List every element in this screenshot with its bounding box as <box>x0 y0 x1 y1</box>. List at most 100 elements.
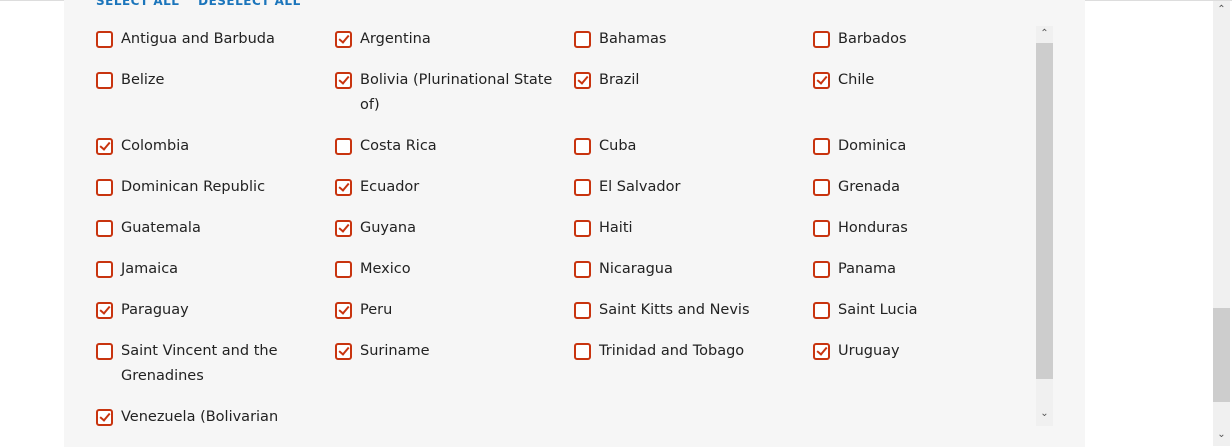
checkbox[interactable] <box>813 343 830 360</box>
country-option[interactable]: Cuba <box>574 134 813 159</box>
checkbox[interactable] <box>96 179 113 196</box>
checkbox[interactable] <box>96 31 113 48</box>
checkbox[interactable] <box>574 31 591 48</box>
page-scroll-down-icon[interactable]: ⌄ <box>1213 429 1230 440</box>
checkbox[interactable] <box>574 343 591 360</box>
country-label: Saint Lucia <box>838 302 918 318</box>
country-option[interactable]: Panama <box>813 257 1023 282</box>
list-scrollbar-thumb[interactable] <box>1036 43 1053 379</box>
country-option[interactable]: Dominica <box>813 134 1023 159</box>
country-option[interactable]: El Salvador <box>574 175 813 200</box>
country-option[interactable]: Colombia <box>96 134 335 159</box>
country-option[interactable]: Venezuela (Bolivarian <box>96 405 335 430</box>
country-option[interactable]: Argentina <box>335 27 574 52</box>
country-label: El Salvador <box>599 179 681 195</box>
country-option[interactable]: Suriname <box>335 339 574 389</box>
checkbox[interactable] <box>574 220 591 237</box>
country-label: Colombia <box>121 138 190 154</box>
checkbox[interactable] <box>96 138 113 155</box>
checkbox[interactable] <box>335 31 352 48</box>
checkbox[interactable] <box>813 179 830 196</box>
country-label: Costa Rica <box>360 138 437 154</box>
checkbox[interactable] <box>335 220 352 237</box>
country-option[interactable]: Guyana <box>335 216 574 241</box>
country-option[interactable]: Brazil <box>574 68 813 118</box>
checkbox[interactable] <box>813 31 830 48</box>
country-option[interactable]: Ecuador <box>335 175 574 200</box>
scroll-up-icon[interactable]: ⌃ <box>1036 28 1053 39</box>
country-option[interactable]: Saint Vincent and the Grenadines <box>96 339 335 389</box>
country-option[interactable]: Haiti <box>574 216 813 241</box>
country-option[interactable]: Barbados <box>813 27 1023 52</box>
page-scrollbar[interactable]: ⌃ ⌄ <box>1213 1 1230 446</box>
country-label: Grenada <box>838 179 900 195</box>
country-option[interactable]: Mexico <box>335 257 574 282</box>
checkbox[interactable] <box>574 138 591 155</box>
country-option[interactable]: Uruguay <box>813 339 1023 389</box>
checkbox[interactable] <box>574 261 591 278</box>
country-option[interactable]: Costa Rica <box>335 134 574 159</box>
country-label: Argentina <box>360 31 431 47</box>
checkbox[interactable] <box>813 72 830 89</box>
country-filter-panel: SELECT ALL DESELECT ALL Antigua and Barb… <box>64 0 1085 447</box>
checkbox[interactable] <box>96 220 113 237</box>
checkbox[interactable] <box>813 261 830 278</box>
checkbox[interactable] <box>335 302 352 319</box>
checkbox[interactable] <box>96 261 113 278</box>
country-option[interactable]: Paraguay <box>96 298 335 323</box>
country-option[interactable]: Jamaica <box>96 257 335 282</box>
country-option[interactable]: Grenada <box>813 175 1023 200</box>
checkbox[interactable] <box>574 302 591 319</box>
country-option[interactable]: Saint Lucia <box>813 298 1023 323</box>
country-label: Barbados <box>838 31 907 47</box>
checkbox[interactable] <box>574 72 591 89</box>
checkbox[interactable] <box>96 72 113 89</box>
country-label: Mexico <box>360 261 411 277</box>
checkbox[interactable] <box>574 179 591 196</box>
checkbox[interactable] <box>96 302 113 319</box>
checkbox[interactable] <box>335 343 352 360</box>
country-checkbox-list: Antigua and Barbuda Argentina Bahamas Barba… <box>96 27 1023 430</box>
country-label: Honduras <box>838 220 908 236</box>
country-option[interactable]: Bahamas <box>574 27 813 52</box>
page-scrollbar-thumb[interactable] <box>1213 308 1230 402</box>
deselect-all-link[interactable]: DESELECT ALL <box>198 0 301 8</box>
checkbox[interactable] <box>335 72 352 89</box>
country-option[interactable]: Saint Kitts and Nevis <box>574 298 813 323</box>
country-label: Trinidad and Tobago <box>599 343 745 359</box>
list-scrollbar[interactable]: ⌃ ⌄ <box>1036 26 1053 426</box>
country-option[interactable]: Nicaragua <box>574 257 813 282</box>
country-label: Brazil <box>599 72 640 88</box>
checkbox[interactable] <box>96 343 113 360</box>
country-label: Ecuador <box>360 179 420 195</box>
country-option[interactable]: Guatemala <box>96 216 335 241</box>
country-option[interactable]: Trinidad and Tobago <box>574 339 813 389</box>
country-label: Chile <box>838 72 875 88</box>
country-option[interactable]: Chile <box>813 68 1023 118</box>
checkbox[interactable] <box>335 138 352 155</box>
country-label: Bolivia (Plurinational State of) <box>360 72 553 113</box>
checkbox[interactable] <box>96 409 113 426</box>
country-option[interactable]: Peru <box>335 298 574 323</box>
bulk-actions: SELECT ALL DESELECT ALL <box>96 0 315 8</box>
checkbox[interactable] <box>813 138 830 155</box>
country-label: Saint Kitts and Nevis <box>599 302 750 318</box>
checkbox[interactable] <box>813 302 830 319</box>
country-label: Panama <box>838 261 897 277</box>
page-scroll-up-icon[interactable]: ⌃ <box>1213 4 1230 15</box>
scroll-down-icon[interactable]: ⌄ <box>1036 408 1053 419</box>
country-label: Guyana <box>360 220 416 236</box>
checkbox[interactable] <box>813 220 830 237</box>
country-option[interactable]: Antigua and Barbuda <box>96 27 335 52</box>
country-option[interactable]: Honduras <box>813 216 1023 241</box>
select-all-link[interactable]: SELECT ALL <box>96 0 179 8</box>
country-label: Venezuela (Bolivarian <box>121 409 279 425</box>
country-label: Jamaica <box>121 261 179 277</box>
country-option[interactable]: Dominican Republic <box>96 175 335 200</box>
country-label: Cuba <box>599 138 637 154</box>
checkbox[interactable] <box>335 261 352 278</box>
country-option[interactable]: Bolivia (Plurinational State of) <box>335 68 574 118</box>
country-label: Dominican Republic <box>121 179 266 195</box>
country-option[interactable]: Belize <box>96 68 335 118</box>
checkbox[interactable] <box>335 179 352 196</box>
